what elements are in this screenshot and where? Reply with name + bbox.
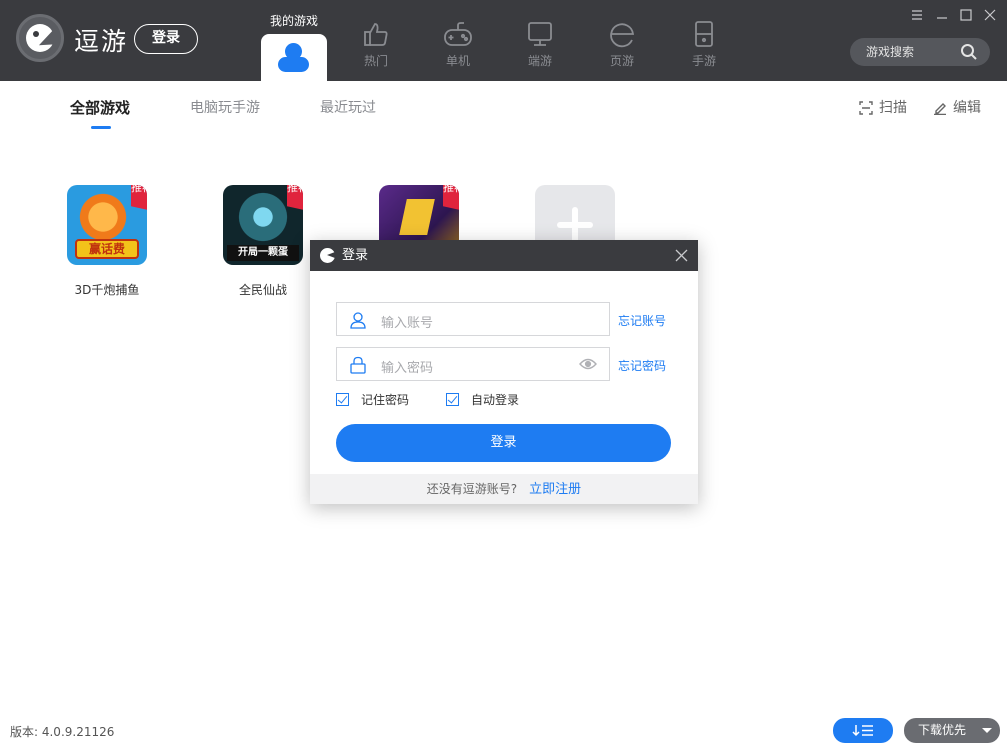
download-priority-dropdown[interactable]: 下载优先: [904, 718, 1000, 743]
tab-pc-mobile-games[interactable]: 电脑玩手游: [190, 97, 260, 117]
game-tile[interactable]: 赢话费 推荐 3D千炮捕鱼: [57, 185, 157, 298]
version-label: 版本: 4.0.9.21126: [10, 725, 115, 739]
password-placeholder: 输入密码: [381, 361, 434, 376]
account-placeholder: 输入账号: [381, 316, 434, 331]
tab-web-label: 页游: [609, 54, 634, 68]
close-icon[interactable]: [983, 8, 997, 22]
no-account-text: 还没有逗游账号?: [426, 482, 518, 496]
tab-my-games[interactable]: [261, 34, 327, 81]
app-logo-icon: [320, 248, 335, 263]
tab-mobile-label: 手游: [691, 54, 716, 68]
submit-login-button[interactable]: 登录: [336, 424, 671, 462]
monitor-icon: [528, 22, 552, 46]
checkbox-checked-icon: [336, 393, 349, 406]
tab-single[interactable]: 单机: [428, 20, 488, 69]
recommend-badge: 推荐: [131, 185, 147, 211]
login-dialog: 登录 输入账号 忘记账号 输入密码 忘记密码 记住密码 自动登录 登录 还没有逗…: [310, 240, 698, 504]
game-cover-fish: 赢话费 推荐: [67, 185, 147, 265]
gamepad-icon: [444, 22, 472, 46]
tab-my-games-label: 我的游戏: [269, 14, 318, 28]
recommend-badge: 推荐: [287, 185, 303, 211]
tab-web[interactable]: 页游: [592, 20, 652, 69]
tab-client-label: 端游: [527, 54, 552, 68]
download-priority-label: 下载优先: [918, 723, 967, 737]
tab-client[interactable]: 端游: [510, 20, 570, 69]
dialog-header: 登录: [310, 240, 698, 271]
search-icon[interactable]: [960, 43, 978, 61]
scan-label: 扫描: [879, 100, 907, 116]
game-banner: 赢话费: [75, 239, 139, 259]
dialog-title: 登录: [342, 248, 369, 263]
search-placeholder: 游戏搜索: [866, 45, 915, 59]
game-name: 3D千炮捕鱼: [74, 283, 140, 297]
brand-name: 逗游: [74, 27, 129, 56]
auto-login-label: 自动登录: [471, 393, 520, 407]
forgot-account-link[interactable]: 忘记账号: [618, 312, 666, 329]
tab-hot-label: 热门: [363, 54, 388, 68]
minimize-icon[interactable]: [935, 8, 949, 22]
active-tab-indicator: [91, 126, 111, 129]
chevron-down-icon: [982, 728, 992, 733]
close-icon[interactable]: [675, 249, 688, 262]
scan-icon: [859, 101, 873, 115]
scan-button[interactable]: 扫描: [859, 97, 907, 117]
app-logo-icon: [16, 14, 64, 62]
sort-list-icon: [852, 725, 873, 737]
tab-single-label: 单机: [445, 54, 470, 68]
tab-mobile[interactable]: 手游: [674, 20, 734, 69]
game-banner: 开局一颗蛋: [227, 245, 299, 261]
account-field[interactable]: 输入账号: [336, 302, 610, 336]
lock-icon: [350, 356, 366, 374]
forgot-password-link[interactable]: 忘记密码: [618, 357, 666, 374]
edit-button[interactable]: 编辑: [933, 97, 981, 117]
auto-login-checkbox[interactable]: 自动登录: [446, 391, 519, 408]
dialog-footer: 还没有逗游账号? 立即注册: [310, 474, 698, 504]
sort-button[interactable]: [833, 718, 893, 743]
recommend-badge: 推荐: [443, 185, 459, 211]
user-icon: [350, 312, 366, 329]
sub-tab-bar: 全部游戏 电脑玩手游 最近玩过 扫描 编辑: [0, 81, 1007, 131]
game-name: 全民仙战: [238, 283, 287, 297]
tab-all-games[interactable]: 全部游戏: [70, 97, 130, 118]
tab-recently-played[interactable]: 最近玩过: [320, 97, 376, 117]
search-input[interactable]: 游戏搜索: [850, 38, 990, 66]
remember-password-label: 记住密码: [361, 393, 410, 407]
register-link[interactable]: 立即注册: [529, 482, 581, 497]
game-cover-xianzhan: 开局一颗蛋 推荐: [223, 185, 303, 265]
login-button[interactable]: 登录: [134, 24, 198, 54]
browser-e-icon: [610, 23, 635, 48]
checkbox-checked-icon: [446, 393, 459, 406]
game-tile[interactable]: 开局一颗蛋 推荐 全民仙战: [213, 185, 313, 298]
top-bar: 逗游 登录 我的游戏 热门 单机 端游 页游 手游 游戏搜索: [0, 0, 1007, 81]
thumbs-up-icon: [364, 23, 388, 46]
edit-label: 编辑: [953, 100, 981, 116]
maximize-icon[interactable]: [959, 8, 973, 22]
tab-hot[interactable]: 热门: [346, 20, 406, 69]
password-field[interactable]: 输入密码: [336, 347, 610, 381]
phone-icon: [695, 21, 713, 47]
pencil-icon: [934, 103, 946, 116]
menu-icon[interactable]: [910, 8, 924, 22]
remember-password-checkbox[interactable]: 记住密码: [336, 391, 409, 408]
eye-icon[interactable]: [579, 358, 597, 370]
